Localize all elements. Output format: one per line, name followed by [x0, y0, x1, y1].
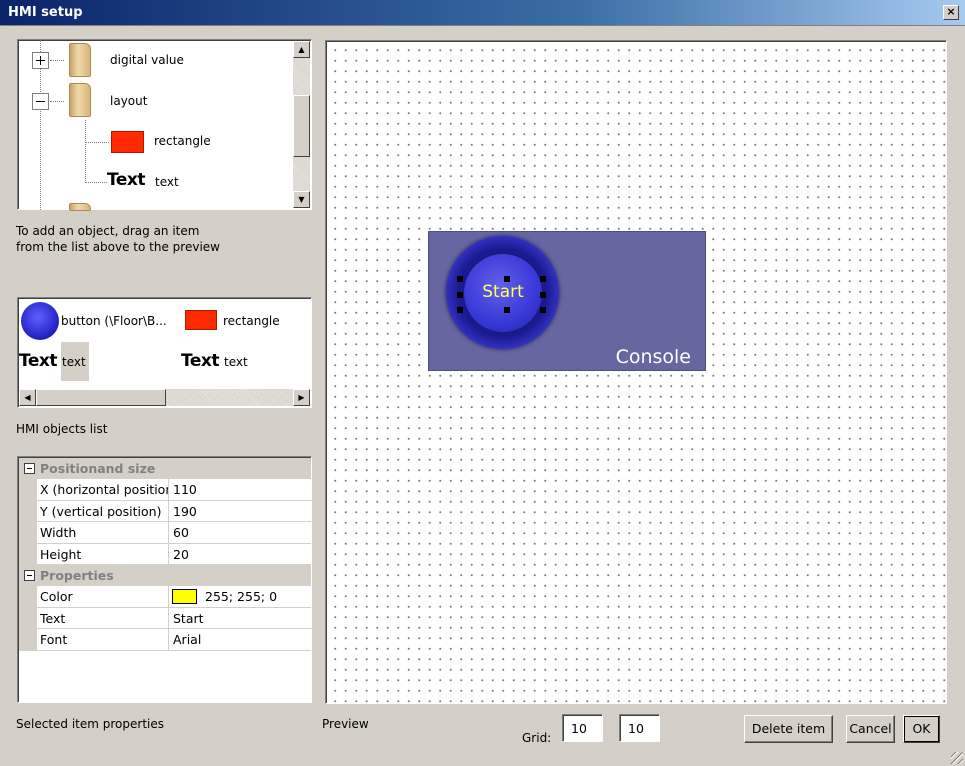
tree-expand-icon[interactable] [32, 52, 49, 69]
category-position-size[interactable]: Positionand size [19, 458, 311, 479]
grid-x-input[interactable]: 10 [562, 714, 603, 742]
cancel-button[interactable]: Cancel [846, 715, 895, 743]
property-row-text[interactable]: Text Start [19, 607, 311, 629]
tree-scrollbar[interactable]: ▲ ▼ [293, 41, 310, 208]
scroll-thumb[interactable] [293, 95, 310, 157]
property-row-width[interactable]: Width 60 [19, 522, 311, 544]
property-row-font[interactable]: Font Arial [19, 629, 311, 651]
object-tree[interactable]: digital value layout rectangle Text text… [17, 39, 312, 211]
scroll-left-button[interactable]: ◀ [19, 389, 36, 406]
color-swatch[interactable] [172, 589, 197, 604]
property-row-height[interactable]: Height 20 [19, 543, 311, 565]
tree-collapse-icon[interactable] [32, 93, 49, 110]
title-bar: HMI setup × [0, 0, 965, 26]
preview-canvas[interactable] [325, 40, 947, 704]
property-row-x[interactable]: X (horizontal position) 110 [19, 479, 311, 501]
properties-caption: Selected item properties [16, 717, 164, 731]
text-preview-icon: Text [19, 351, 57, 371]
collapse-icon[interactable] [24, 570, 35, 581]
window-title: HMI setup [8, 5, 83, 20]
list-item-text[interactable]: text [62, 355, 86, 369]
scroll-up-button[interactable]: ▲ [293, 41, 310, 58]
text-preview-icon: Text [181, 351, 219, 371]
tree-item-layout[interactable]: layout [110, 94, 147, 108]
start-button-text[interactable]: Start [461, 282, 545, 302]
grid-label: Grid: [522, 731, 552, 745]
resize-handle[interactable] [540, 307, 546, 313]
resize-handle[interactable] [504, 307, 510, 313]
resize-handle[interactable] [540, 276, 546, 282]
scroll-down-button[interactable]: ▼ [293, 191, 310, 208]
folder-icon [69, 83, 91, 117]
resize-handle[interactable] [504, 276, 510, 282]
list-item-rectangle[interactable]: rectangle [223, 314, 280, 328]
folder-icon [69, 43, 91, 77]
list-scrollbar[interactable]: ◀ ▶ [19, 389, 310, 406]
scroll-thumb[interactable] [36, 389, 166, 406]
preview-caption: Preview [322, 717, 369, 731]
grid-y-input[interactable]: 10 [619, 714, 660, 742]
list-item-button[interactable]: button (\Floor\B... [61, 314, 167, 328]
text-preview-icon: Text [107, 170, 145, 190]
ok-button[interactable]: OK [903, 715, 940, 743]
property-row-color[interactable]: Color 255; 255; 0 [19, 586, 311, 608]
console-label: Console [615, 346, 691, 368]
category-properties[interactable]: Properties [19, 565, 311, 586]
rectangle-icon [185, 310, 217, 330]
scroll-right-button[interactable]: ▶ [293, 389, 310, 406]
tree-item-digital-value[interactable]: digital value [110, 53, 184, 67]
hmi-objects-list[interactable]: button (\Floor\B... rectangle Text text … [17, 297, 312, 408]
button-icon [21, 302, 59, 340]
tree-item-text[interactable]: text [155, 175, 179, 189]
collapse-icon[interactable] [24, 463, 35, 474]
rectangle-icon [111, 131, 144, 153]
property-row-y[interactable]: Y (vertical position) 190 [19, 500, 311, 522]
delete-item-button[interactable]: Delete item [744, 715, 833, 743]
resize-handle[interactable] [457, 276, 463, 282]
resize-grip[interactable] [951, 752, 963, 764]
objects-list-caption: HMI objects list [16, 422, 108, 436]
drag-hint-text: To add an object, drag an item from the … [16, 224, 220, 254]
resize-handle[interactable] [457, 307, 463, 313]
folder-icon [69, 203, 91, 211]
resize-handle[interactable] [540, 292, 546, 298]
property-grid[interactable]: Positionand size X (horizontal position)… [17, 456, 312, 703]
close-button[interactable]: × [943, 5, 959, 20]
resize-handle[interactable] [457, 292, 463, 298]
list-item-text[interactable]: text [224, 355, 248, 369]
tree-item-rectangle[interactable]: rectangle [154, 134, 211, 148]
